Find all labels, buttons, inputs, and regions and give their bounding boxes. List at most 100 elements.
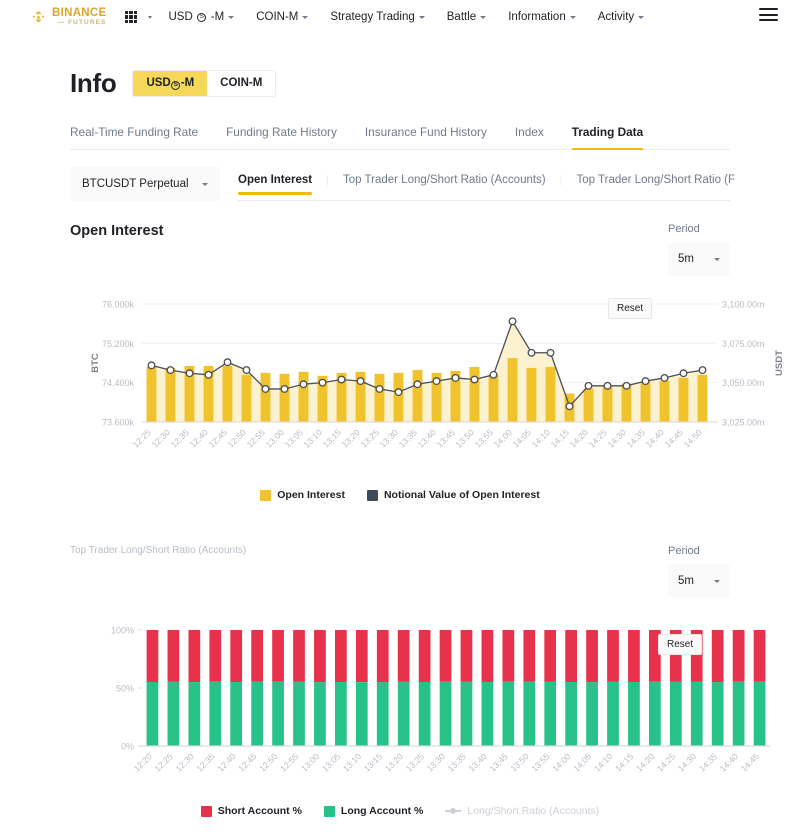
segment-label-tail: -M [180, 77, 195, 90]
x-axis-tick-label: 12:30 [173, 751, 195, 773]
nav-item-information[interactable]: Information [497, 11, 587, 23]
legend-swatch-long-short-ratio [445, 807, 462, 814]
notional-value-point [261, 385, 270, 393]
legend-item-notional-value[interactable]: Notional Value of Open Interest [366, 489, 540, 501]
notional-value-point [147, 361, 156, 370]
subtab-top-trader-positions[interactable]: Top Trader Long/Short Ratio (F [577, 174, 736, 195]
legend-item-long-short-ratio[interactable]: Long/Short Ratio (Accounts) [445, 805, 599, 817]
tab-trading-data[interactable]: Trading Data [571, 125, 657, 150]
tab-insurance-fund-history[interactable]: Insurance Fund History [365, 125, 501, 150]
x-axis-tick-label: 12:45 [207, 427, 229, 449]
notional-value-point [584, 381, 593, 390]
x-axis-tick-label: 12:30 [150, 427, 172, 449]
symbol-select[interactable]: BTCUSDT Perpetual [70, 167, 220, 201]
reset-button-open-interest[interactable]: Reset [608, 298, 653, 319]
nav-item-label: Information [508, 11, 566, 23]
tab-funding-rate-history[interactable]: Funding Rate History [226, 125, 351, 150]
tab-index[interactable]: Index [515, 125, 558, 150]
notional-value-point [375, 385, 384, 393]
open-interest-chart[interactable]: 73.600k 74.400k 75.200k 76.000k 3,025.00m 3,0… [70, 292, 800, 477]
short-account-bar [146, 630, 159, 682]
long-account-bar [460, 681, 473, 746]
open-interest-bar [697, 374, 708, 422]
x-axis-tick-label: 13:55 [473, 427, 495, 449]
open-interest-bar [260, 372, 271, 422]
reset-button-long-short[interactable]: Reset [658, 634, 703, 655]
x-axis-tick-label: 13:35 [397, 427, 419, 449]
hamburger-menu-icon[interactable] [759, 8, 778, 21]
long-account-bar [523, 681, 536, 746]
chevron-down-icon [302, 15, 309, 19]
subtab-top-trader-accounts[interactable]: Top Trader Long/Short Ratio (Accounts) [343, 174, 546, 195]
long-account-bar [502, 681, 515, 746]
subtab-open-interest[interactable]: Open Interest [238, 174, 313, 195]
long-account-bar [397, 681, 410, 746]
svg-text:73.600k: 73.600k [102, 418, 135, 428]
long-account-bar [335, 681, 347, 746]
legend-label: Short Account % [217, 805, 302, 817]
open-interest-bar [222, 365, 233, 422]
x-axis-tick-label: 13:50 [508, 751, 530, 773]
notional-value-point [432, 377, 441, 386]
nav-item-coin-m[interactable]: COIN-M [245, 11, 319, 23]
x-axis-tick-label: 13:45 [435, 427, 457, 449]
svg-text:75.200k: 75.200k [102, 339, 135, 349]
legend-label: Long Account % [340, 805, 424, 817]
x-axis-tick-label: 12:40 [215, 751, 237, 773]
long-account-bar [690, 681, 703, 746]
short-account-bar [418, 630, 431, 682]
long-account-bar [272, 681, 284, 746]
nav-item-usds-m[interactable]: USD S -M [158, 11, 246, 23]
legend-item-open-interest[interactable]: Open Interest [260, 489, 345, 501]
x-axis-tick-label: 12:55 [245, 427, 267, 449]
short-account-bar [230, 630, 243, 682]
notional-value-point [565, 402, 574, 411]
contract-type-toggle: USD S -M COIN-M [132, 70, 277, 97]
notional-value-point [641, 377, 650, 386]
legend-item-long-account[interactable]: Long Account % [323, 805, 424, 817]
nav-item-strategy-trading[interactable]: Strategy Trading [319, 11, 435, 23]
period-value: 5m [678, 575, 694, 587]
long-short-period-control: Period 5m [668, 545, 730, 598]
legend-item-short-account[interactable]: Short Account % [200, 805, 302, 817]
binance-futures-logo[interactable]: BINANCE — FUTURES [30, 7, 107, 27]
period-label: Period [668, 223, 700, 235]
notional-value-point [413, 380, 422, 389]
x-axis-tick-label: 14:25 [587, 427, 609, 449]
legend-swatch-open-interest [260, 489, 272, 501]
x-axis-tick-label: 14:05 [571, 751, 593, 773]
notional-value-point [280, 385, 289, 393]
legend-label: Long/Short Ratio (Accounts) [467, 805, 600, 817]
open-interest-bar [146, 366, 157, 422]
long-account-bar [753, 681, 766, 746]
short-account-bar [460, 630, 473, 682]
notional-value-point [204, 370, 213, 379]
long-account-bar [355, 682, 368, 746]
x-axis-tick-label: 14:10 [530, 427, 552, 449]
long-account-bar [669, 681, 682, 746]
x-axis-tick-label: 14:05 [511, 427, 533, 449]
tab-real-time-funding-rate[interactable]: Real-Time Funding Rate [70, 125, 212, 150]
binance-diamond-icon [30, 9, 47, 26]
period-select-open-interest[interactable]: 5m [668, 242, 730, 276]
x-axis-tick-label: 14:25 [655, 751, 677, 773]
x-axis-tick-label: 13:30 [425, 751, 447, 773]
short-account-bar [293, 630, 305, 682]
short-account-bar [565, 630, 577, 682]
apps-grid-menu[interactable] [124, 10, 158, 24]
long-account-bar [209, 681, 222, 746]
open-interest-period-control: Period 5m [668, 223, 730, 276]
svg-text:3,050.00m: 3,050.00m [722, 378, 765, 388]
long-short-plot-wrap: Reset 0% 50% 100% 12:20 12:25 12:30 12:35 12:40… [70, 610, 800, 795]
page-header: Info USD S -M COIN-M [70, 68, 800, 99]
notional-value-point [698, 366, 707, 375]
x-axis-tick-label: 12:35 [169, 427, 191, 449]
period-select-long-short[interactable]: 5m [668, 564, 730, 598]
segment-usds-m[interactable]: USD S -M [133, 71, 208, 96]
short-account-bar [355, 630, 368, 683]
svg-text:3,025.00m: 3,025.00m [722, 418, 765, 428]
segment-coin-m[interactable]: COIN-M [207, 71, 276, 96]
nav-item-battle[interactable]: Battle [436, 11, 497, 23]
nav-item-activity[interactable]: Activity [587, 11, 655, 23]
x-axis-tick-label: 13:00 [299, 751, 321, 773]
